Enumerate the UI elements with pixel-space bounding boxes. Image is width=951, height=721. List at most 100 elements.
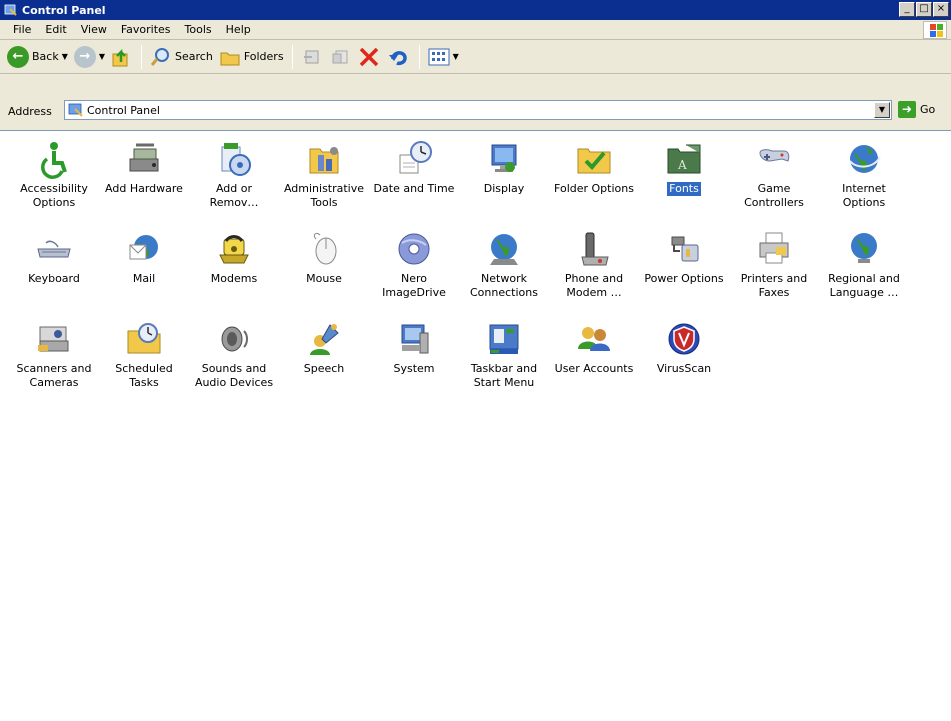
item-sounds-and-audio[interactable]: Sounds and Audio Devices <box>190 319 278 405</box>
add-remove-programs-icon <box>214 139 254 179</box>
item-mail[interactable]: Mail <box>100 229 188 315</box>
svg-text:A: A <box>677 158 687 172</box>
item-label: Network Connections <box>470 272 538 299</box>
item-label: Modems <box>210 272 258 285</box>
windows-logo-icon <box>923 21 947 39</box>
menu-help[interactable]: Help <box>221 23 260 36</box>
date-time-icon <box>394 139 434 179</box>
item-label: Nero ImageDrive <box>382 272 446 299</box>
add-hardware-icon <box>124 139 164 179</box>
menu-favorites[interactable]: Favorites <box>116 23 180 36</box>
folders-button[interactable]: Folders <box>216 43 287 71</box>
forward-dropdown-icon[interactable]: ▼ <box>99 52 105 61</box>
item-phone-and-modem[interactable]: Phone and Modem … <box>550 229 638 315</box>
search-button[interactable]: Search <box>147 43 216 71</box>
content-pane: Accessibility Options Add Hardware Add o… <box>0 130 951 721</box>
item-label: Keyboard <box>28 272 80 285</box>
menu-tools[interactable]: Tools <box>180 23 221 36</box>
copy-to-button[interactable] <box>326 43 354 71</box>
item-internet-options[interactable]: Internet Options <box>820 139 908 225</box>
toolbar-separator <box>291 44 293 69</box>
item-add-remove-programs[interactable]: Add or Remov… <box>190 139 278 225</box>
item-keyboard[interactable]: Keyboard <box>10 229 98 315</box>
administrative-tools-icon <box>304 139 344 179</box>
game-controllers-icon <box>754 139 794 179</box>
views-dropdown-icon[interactable]: ▼ <box>453 52 459 61</box>
back-arrow-icon: ← <box>7 45 29 68</box>
undo-icon <box>388 50 407 65</box>
item-nero-imagedrive[interactable]: Nero ImageDrive <box>370 229 458 315</box>
item-user-accounts[interactable]: User Accounts <box>550 319 638 405</box>
network-connections-icon <box>484 229 524 269</box>
title-bar[interactable]: Control Panel _ □ × <box>0 0 951 20</box>
move-to-icon <box>303 50 319 63</box>
item-date-and-time[interactable]: Date and Time <box>370 139 458 225</box>
system-icon <box>394 319 434 359</box>
go-button[interactable]: ➜ Go <box>898 101 935 118</box>
item-mouse[interactable]: Mouse <box>280 229 368 315</box>
item-label: Power Options <box>644 272 724 285</box>
item-label: Game Controllers <box>744 182 804 209</box>
menu-bar: File Edit View Favorites Tools Help <box>0 20 951 40</box>
address-bar: Address Control Panel ▼ ➜ Go <box>0 98 951 124</box>
user-accounts-icon <box>574 319 614 359</box>
item-network-connections[interactable]: Network Connections <box>460 229 548 315</box>
item-label: Scanners and Cameras <box>16 362 92 389</box>
fonts-icon: A <box>664 139 704 179</box>
forward-button[interactable]: → ▼ <box>71 43 108 71</box>
back-dropdown-icon[interactable]: ▼ <box>62 52 68 61</box>
move-to-button[interactable] <box>298 43 326 71</box>
item-label: System <box>393 362 435 375</box>
forward-arrow-icon: → <box>73 45 96 68</box>
item-display[interactable]: Display <box>460 139 548 225</box>
item-modems[interactable]: Modems <box>190 229 278 315</box>
folders-label: Folders <box>243 50 284 63</box>
menu-view[interactable]: View <box>76 23 116 36</box>
control-panel-window: Control Panel _ □ × File Edit View Favor… <box>0 0 951 721</box>
close-button[interactable]: × <box>933 2 949 17</box>
item-system[interactable]: System <box>370 319 458 405</box>
back-label: Back <box>32 50 59 63</box>
item-scanners-and-cameras[interactable]: Scanners and Cameras <box>10 319 98 405</box>
keyboard-icon <box>34 229 74 269</box>
views-button[interactable]: ▼ <box>425 43 462 71</box>
item-game-controllers[interactable]: Game Controllers <box>730 139 818 225</box>
item-add-hardware[interactable]: Add Hardware <box>100 139 188 225</box>
standard-toolbar: ← Back ▼ → ▼ Search Folders ▼ <box>0 40 951 74</box>
item-regional-and-language[interactable]: Regional and Language … <box>820 229 908 315</box>
address-dropdown-icon[interactable]: ▼ <box>874 102 890 118</box>
menu-file[interactable]: File <box>8 23 40 36</box>
mail-icon <box>124 229 164 269</box>
copy-to-icon <box>332 50 348 63</box>
control-panel-icon <box>68 102 84 118</box>
undo-button[interactable] <box>384 43 414 71</box>
item-power-options[interactable]: Power Options <box>640 229 728 315</box>
item-printers-and-faxes[interactable]: Printers and Faxes <box>730 229 818 315</box>
item-label: Fonts <box>667 182 701 196</box>
item-virusscan[interactable]: VirusScan <box>640 319 728 405</box>
delete-icon <box>359 47 378 66</box>
item-administrative-tools[interactable]: Administrative Tools <box>280 139 368 225</box>
internet-options-icon <box>844 139 884 179</box>
address-input[interactable]: Control Panel ▼ <box>64 100 892 120</box>
maximize-button[interactable]: □ <box>916 2 932 17</box>
back-button[interactable]: ← Back ▼ <box>4 43 71 71</box>
item-scheduled-tasks[interactable]: Scheduled Tasks <box>100 319 188 405</box>
address-value: Control Panel <box>87 103 160 117</box>
item-label: User Accounts <box>554 362 634 375</box>
item-folder-options[interactable]: Folder Options <box>550 139 638 225</box>
views-icon <box>428 48 450 65</box>
scheduled-tasks-icon <box>124 319 164 359</box>
item-accessibility-options[interactable]: Accessibility Options <box>10 139 98 225</box>
delete-button[interactable] <box>354 43 384 71</box>
item-speech[interactable]: Speech <box>280 319 368 405</box>
item-taskbar-and-start-menu[interactable]: Taskbar and Start Menu <box>460 319 548 405</box>
minimize-button[interactable]: _ <box>899 2 915 17</box>
item-label: Printers and Faxes <box>740 272 808 299</box>
item-label: Add or Remov… <box>209 182 259 209</box>
up-folder-button[interactable] <box>108 43 136 71</box>
address-label: Address <box>8 104 52 118</box>
item-fonts[interactable]: A Fonts <box>640 139 728 225</box>
menu-edit[interactable]: Edit <box>40 23 75 36</box>
mouse-icon <box>304 229 344 269</box>
